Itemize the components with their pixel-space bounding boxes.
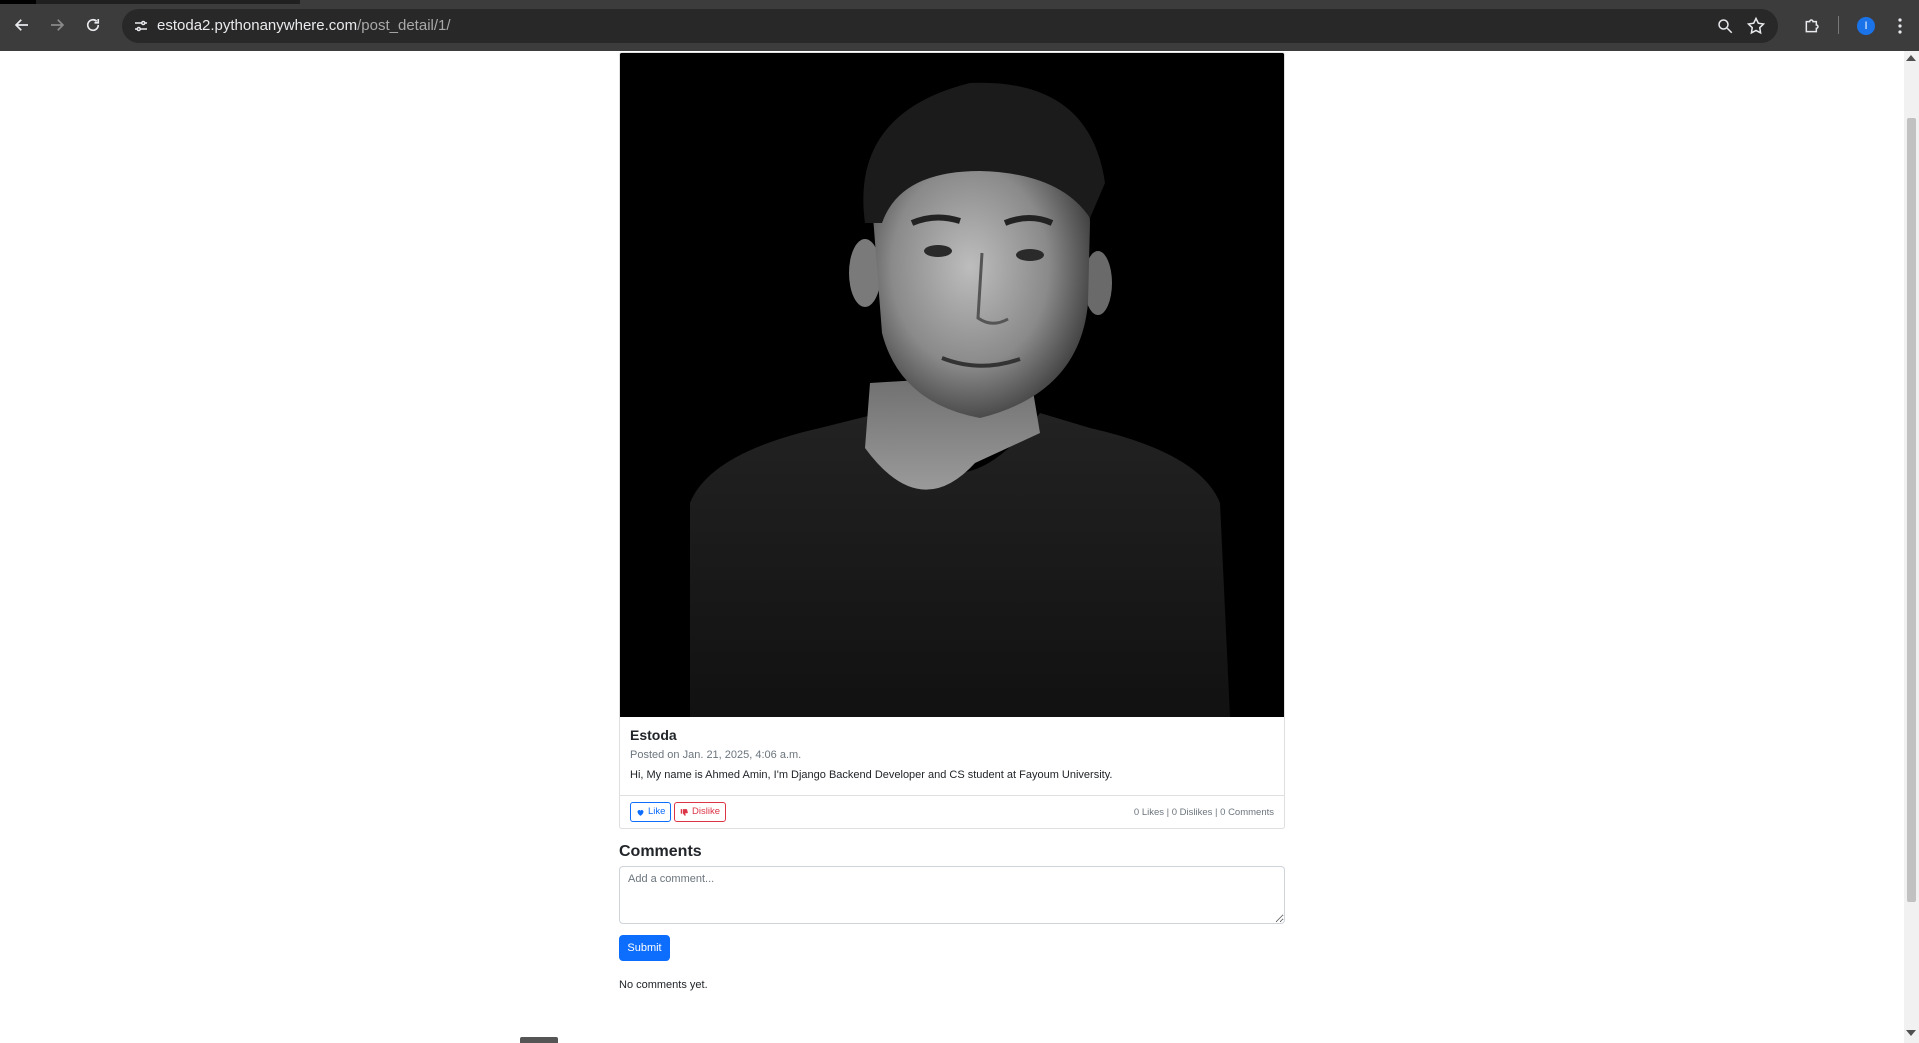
address-bar[interactable]: estoda2.pythonanywhere.com/post_detail/1…	[122, 9, 1778, 43]
comment-input[interactable]	[619, 866, 1285, 924]
tab-strip	[0, 0, 300, 4]
comments-heading: Comments	[619, 843, 702, 860]
post-date: Posted on Jan. 21, 2025, 4:06 a.m.	[630, 749, 802, 761]
arrow-left-icon	[14, 19, 28, 31]
bottom-scroll-hint	[520, 1037, 558, 1043]
browser-toolbar: estoda2.pythonanywhere.com/post_detail/1…	[0, 0, 1919, 51]
zoom-icon[interactable]	[1716, 17, 1734, 35]
active-tab-indicator[interactable]	[0, 0, 36, 4]
post-card	[619, 52, 1285, 829]
reload-button[interactable]	[80, 12, 106, 38]
heart-icon	[637, 809, 644, 816]
post-card-footer: Like Dislike 0 Likes | 0 Dislikes | 0 Co…	[619, 795, 1285, 829]
back-button[interactable]	[9, 12, 35, 38]
scroll-down-arrow[interactable]	[1906, 1030, 1916, 1036]
no-comments-text: No comments yet.	[619, 979, 708, 991]
dislike-button[interactable]: Dislike	[674, 802, 726, 822]
like-label: Like	[648, 806, 666, 817]
post-image	[620, 53, 1284, 717]
post-author: Estoda	[630, 727, 677, 743]
dislike-label: Dislike	[692, 806, 720, 817]
forward-button[interactable]	[44, 12, 70, 38]
submit-comment-button[interactable]: Submit	[619, 935, 670, 961]
arrow-right-icon	[51, 19, 65, 31]
extensions-puzzle-icon[interactable]	[1803, 15, 1823, 35]
scroll-up-arrow[interactable]	[1906, 55, 1916, 61]
kebab-menu-icon[interactable]	[1892, 16, 1908, 36]
profile-avatar[interactable]: I	[1857, 17, 1875, 35]
thumbs-down-icon	[680, 808, 688, 816]
reload-icon	[86, 18, 100, 32]
post-stats: 0 Likes | 0 Dislikes | 0 Comments	[1133, 807, 1274, 818]
url-host: estoda2.pythonanywhere.com	[157, 17, 358, 34]
toolbar-divider	[1838, 16, 1839, 34]
url-path: /post_detail/1/	[357, 17, 451, 34]
bookmark-star-icon[interactable]	[1746, 16, 1766, 36]
post-content: Hi, My name is Ahmed Amin, I'm Django Ba…	[630, 769, 1113, 781]
portrait-photo	[620, 53, 1284, 717]
url-text[interactable]: estoda2.pythonanywhere.com/post_detail/1…	[157, 17, 451, 35]
site-settings-icon[interactable]	[132, 17, 150, 35]
scrollbar-thumb[interactable]	[1907, 118, 1916, 902]
like-button[interactable]: Like	[630, 802, 672, 822]
